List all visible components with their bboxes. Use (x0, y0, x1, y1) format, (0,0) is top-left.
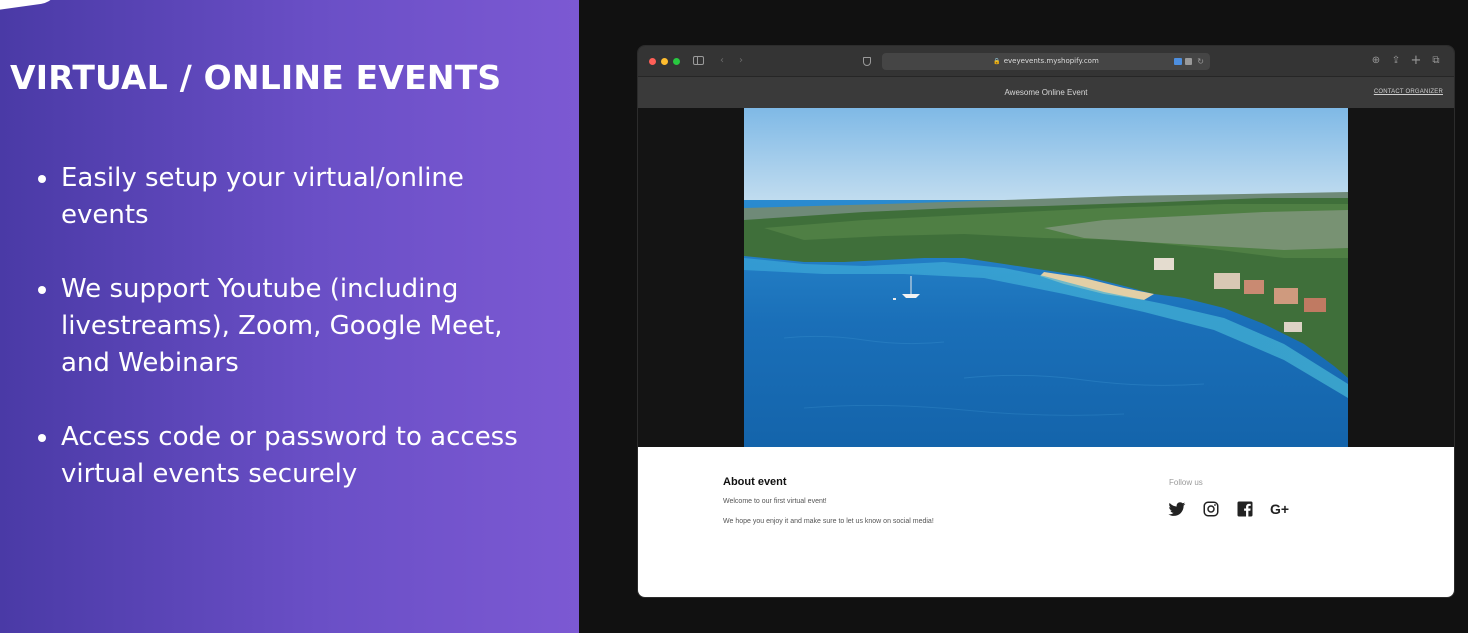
minimize-window-button[interactable] (661, 58, 668, 65)
about-event-heading: About event (723, 476, 787, 488)
site-header: Awesome Online Event CONTACT ORGANIZER (638, 77, 1454, 108)
feature-item: Easily setup your virtual/online events (38, 160, 558, 234)
aerial-coastline-photo (744, 108, 1348, 447)
extension-icon[interactable] (1185, 58, 1192, 65)
new-tab-icon[interactable]: + (1409, 53, 1423, 69)
browser-window: ‹ › 🔒 eveyevents.myshopify.com ↻ ⊕ ⇪ + ⧉ … (638, 46, 1454, 597)
feature-text: We support Youtube (including livestream… (61, 274, 503, 378)
reload-icon[interactable]: ↻ (1197, 53, 1204, 70)
instagram-icon[interactable] (1202, 500, 1220, 518)
close-window-button[interactable] (649, 58, 656, 65)
tabs-overview-icon[interactable]: ⧉ (1429, 53, 1443, 69)
shield-icon[interactable] (863, 57, 871, 66)
hero-image (744, 108, 1348, 447)
download-icon[interactable]: ⊕ (1369, 53, 1383, 69)
feature-item: We support Youtube (including livestream… (38, 271, 558, 382)
back-icon[interactable]: ‹ (716, 53, 728, 69)
hero-area (638, 108, 1454, 447)
about-event-welcome: Welcome to our first virtual event! (723, 498, 827, 505)
facebook-icon[interactable] (1236, 500, 1254, 518)
forward-icon[interactable]: › (735, 53, 747, 69)
address-bar[interactable]: 🔒 eveyevents.myshopify.com ↻ (882, 53, 1210, 70)
site-title: Awesome Online Event (1004, 88, 1088, 97)
page-body: About event Welcome to our first virtual… (638, 447, 1454, 597)
follow-us-heading: Follow us (1169, 478, 1203, 487)
contact-organizer-link[interactable]: CONTACT ORGANIZER (1374, 77, 1443, 108)
feature-item: Access code or password to access virtua… (38, 419, 558, 493)
about-event-message: We hope you enjoy it and make sure to le… (723, 518, 934, 525)
browser-toolbar: ‹ › 🔒 eveyevents.myshopify.com ↻ ⊕ ⇪ + ⧉ (638, 46, 1454, 77)
sidebar-icon[interactable] (693, 56, 704, 65)
zoom-window-button[interactable] (673, 58, 680, 65)
bullet-icon (38, 175, 46, 183)
promo-heading: VIRTUAL / ONLINE EVENTS (10, 58, 502, 97)
audio-icon[interactable] (1174, 58, 1182, 65)
feature-list: Easily setup your virtual/online events … (38, 160, 558, 530)
bullet-icon (38, 286, 46, 294)
corner-swoosh-shape (0, 0, 62, 11)
url-text: eveyevents.myshopify.com (1003, 57, 1099, 65)
google-plus-icon[interactable]: G+ (1270, 500, 1289, 518)
url-display[interactable]: 🔒 eveyevents.myshopify.com (882, 53, 1210, 70)
share-icon[interactable]: ⇪ (1389, 53, 1403, 69)
feature-text: Easily setup your virtual/online events (61, 163, 464, 230)
promo-panel: VIRTUAL / ONLINE EVENTS Easily setup you… (0, 0, 579, 633)
bullet-icon (38, 434, 46, 442)
feature-text: Access code or password to access virtua… (61, 422, 518, 489)
lock-icon: 🔒 (993, 58, 1001, 65)
twitter-icon[interactable] (1168, 500, 1186, 518)
